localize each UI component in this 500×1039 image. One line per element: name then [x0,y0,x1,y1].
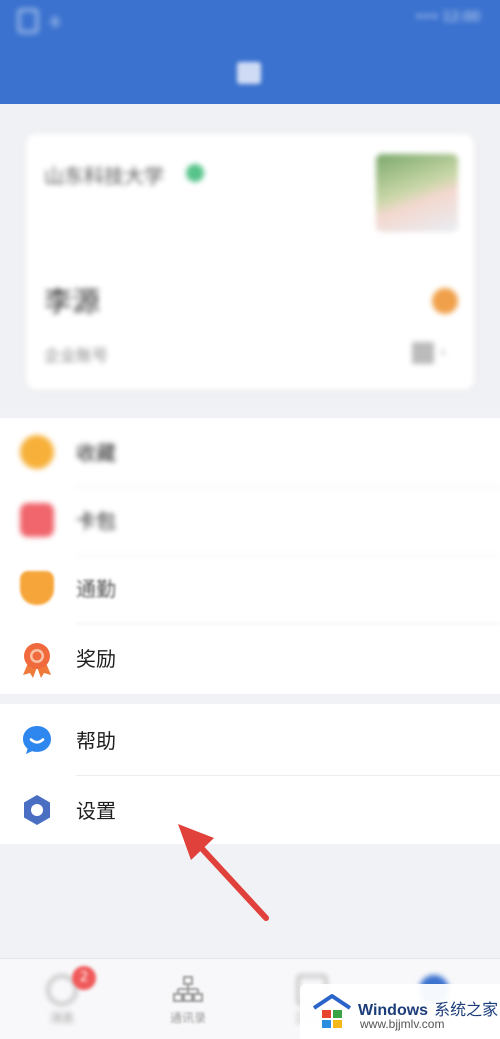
watermark: Windows 系统之家 www.bjjmlv.com [300,984,500,1039]
menu-item-cards[interactable]: 卡包 [0,486,500,556]
account-subtext: 企业账号 [44,346,109,365]
menu-section-primary: 收藏 卡包 通勤 奖励 [0,418,500,694]
sim-icon [18,9,38,33]
nav-item-contacts[interactable]: 通讯录 [158,975,218,1026]
medal-icon[interactable] [432,288,458,314]
chevron-right-icon: › [440,342,447,361]
profile-card[interactable]: 山东科技大学 李源 企业账号 › [26,134,474,390]
menu-item-rewards[interactable]: 奖励 [0,624,500,694]
menu-item-label: 收藏 [76,441,116,465]
header-icon[interactable] [237,62,261,84]
menu-item-label: 奖励 [76,647,116,671]
status-right: ••• 12:00 [415,10,480,25]
nav-label: 消息 [49,1011,74,1025]
verified-icon [186,164,204,182]
carrier-text: 卡 [48,15,62,31]
status-bar: 卡 ••• 12:00 [0,0,500,40]
menu-item-settings[interactable]: 设置 [0,776,500,846]
shield-icon [20,571,54,605]
unread-badge: 2 [72,966,96,990]
menu-section-secondary: 帮助 设置 [0,704,500,844]
org-chart-icon [173,975,203,1005]
status-left: 卡 [18,9,61,33]
nav-label: 通讯录 [169,1011,206,1025]
star-icon [20,435,54,469]
hex-gear-icon [20,793,54,827]
menu-item-label: 卡包 [76,509,116,533]
windows-logo-icon [312,992,352,1032]
org-name: 山东科技大学 [44,164,164,188]
award-icon [20,641,54,678]
qr-code-icon[interactable] [412,342,434,364]
menu-item-commute[interactable]: 通勤 [0,554,500,624]
user-name: 李源 [44,285,101,318]
top-header: 卡 ••• 12:00 [0,0,500,104]
watermark-url: www.bjjmlv.com [360,1017,445,1031]
card-icon [20,503,54,537]
avatar[interactable] [376,154,458,232]
menu-item-label: 设置 [76,799,116,823]
menu-item-help[interactable]: 帮助 [0,706,500,776]
menu-item-label: 帮助 [76,729,116,753]
menu-item-label: 通勤 [76,577,116,601]
menu-item-favorites[interactable]: 收藏 [0,418,500,488]
chat-bubble-icon [20,723,54,757]
